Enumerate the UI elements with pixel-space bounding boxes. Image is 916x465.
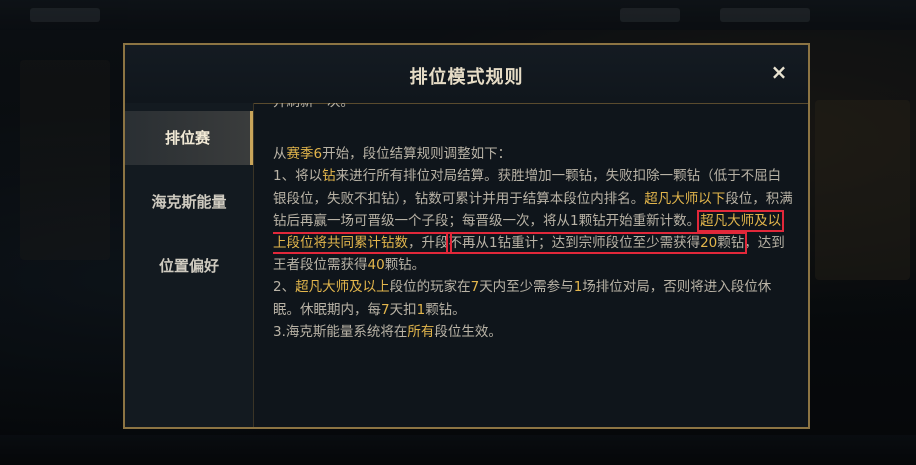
rules-intro: 从赛季6开始，段位结算规则调整如下：: [273, 143, 793, 165]
highlighted-text: 段位将共同累计钻数: [286, 235, 409, 252]
close-button[interactable]: ×: [768, 61, 790, 83]
text: ，升段: [408, 235, 449, 252]
highlighted-text: 不再从1钻重计；达到宗师段位至少需获得: [448, 235, 701, 252]
sidebar-item-ranked[interactable]: 排位赛: [125, 111, 253, 165]
text: 天扣: [389, 301, 417, 318]
highlight-box-2: 不再从1钻重计；达到宗师段位至少需获得20颗钻: [445, 232, 748, 255]
sidebar-item-position-preference[interactable]: 位置偏好: [125, 239, 253, 293]
keyword: 7: [470, 279, 480, 296]
content-top-fragment: 并刷新一次。: [273, 103, 793, 113]
text: 2、: [273, 279, 296, 296]
modal-title: 排位模式规则: [409, 67, 524, 88]
text: 颗钻: [717, 235, 745, 252]
rules-modal: 排位模式规则 × 排位赛 海克斯能量 位置偏好 并刷新一次。 从赛季6开始，段位…: [123, 43, 810, 429]
sidebar-item-label: 海克斯能量: [151, 193, 227, 211]
text: 段位的玩家在: [389, 279, 471, 296]
sidebar-item-hextech-energy[interactable]: 海克斯能量: [125, 175, 253, 229]
rules-content[interactable]: 并刷新一次。 从赛季6开始，段位结算规则调整如下： 1、将以钻来进行所有排位对局…: [273, 103, 793, 425]
keyword: 20: [700, 235, 718, 252]
rule-1: 1、将以钻来进行所有排位对局结算。获胜增加一颗钻，失败扣除一颗钻（低于不屈白银段…: [273, 165, 793, 276]
rule-3: 3.海克斯能量系统将在所有段位生效。: [273, 321, 793, 343]
modal-header: 排位模式规则 ×: [125, 45, 808, 104]
keyword: 所有: [407, 323, 435, 340]
sidebar-item-label: 排位赛: [164, 129, 210, 147]
keyword: 7: [381, 301, 390, 318]
season-keyword: 赛季6: [286, 146, 323, 163]
text: 开始，段位结算规则调整如下：: [322, 146, 512, 163]
text: 从: [273, 146, 287, 163]
text: 段位生效。: [434, 323, 502, 340]
text: 1、将以: [273, 168, 323, 185]
text: 颗钻。: [384, 257, 426, 274]
keyword: 1: [573, 279, 583, 296]
text: 3.海克斯能量系统将在: [273, 323, 408, 340]
sidebar-item-label: 位置偏好: [158, 257, 219, 275]
rules-sidebar: 排位赛 海克斯能量 位置偏好: [125, 103, 253, 427]
keyword: 1: [416, 301, 426, 318]
keyword: 40: [367, 257, 385, 274]
rule-2: 2、超凡大师及以上段位的玩家在7天内至少需参与1场排位对局，否则将进入段位休眠。…: [273, 276, 793, 320]
keyword: 钻: [322, 168, 336, 185]
keyword: 超凡大师以下: [644, 190, 726, 207]
text: 天内至少需参与: [479, 279, 574, 296]
sidebar-divider: [253, 103, 254, 427]
keyword: 超凡大师及以上: [295, 279, 390, 296]
text: 颗钻。: [425, 301, 466, 318]
